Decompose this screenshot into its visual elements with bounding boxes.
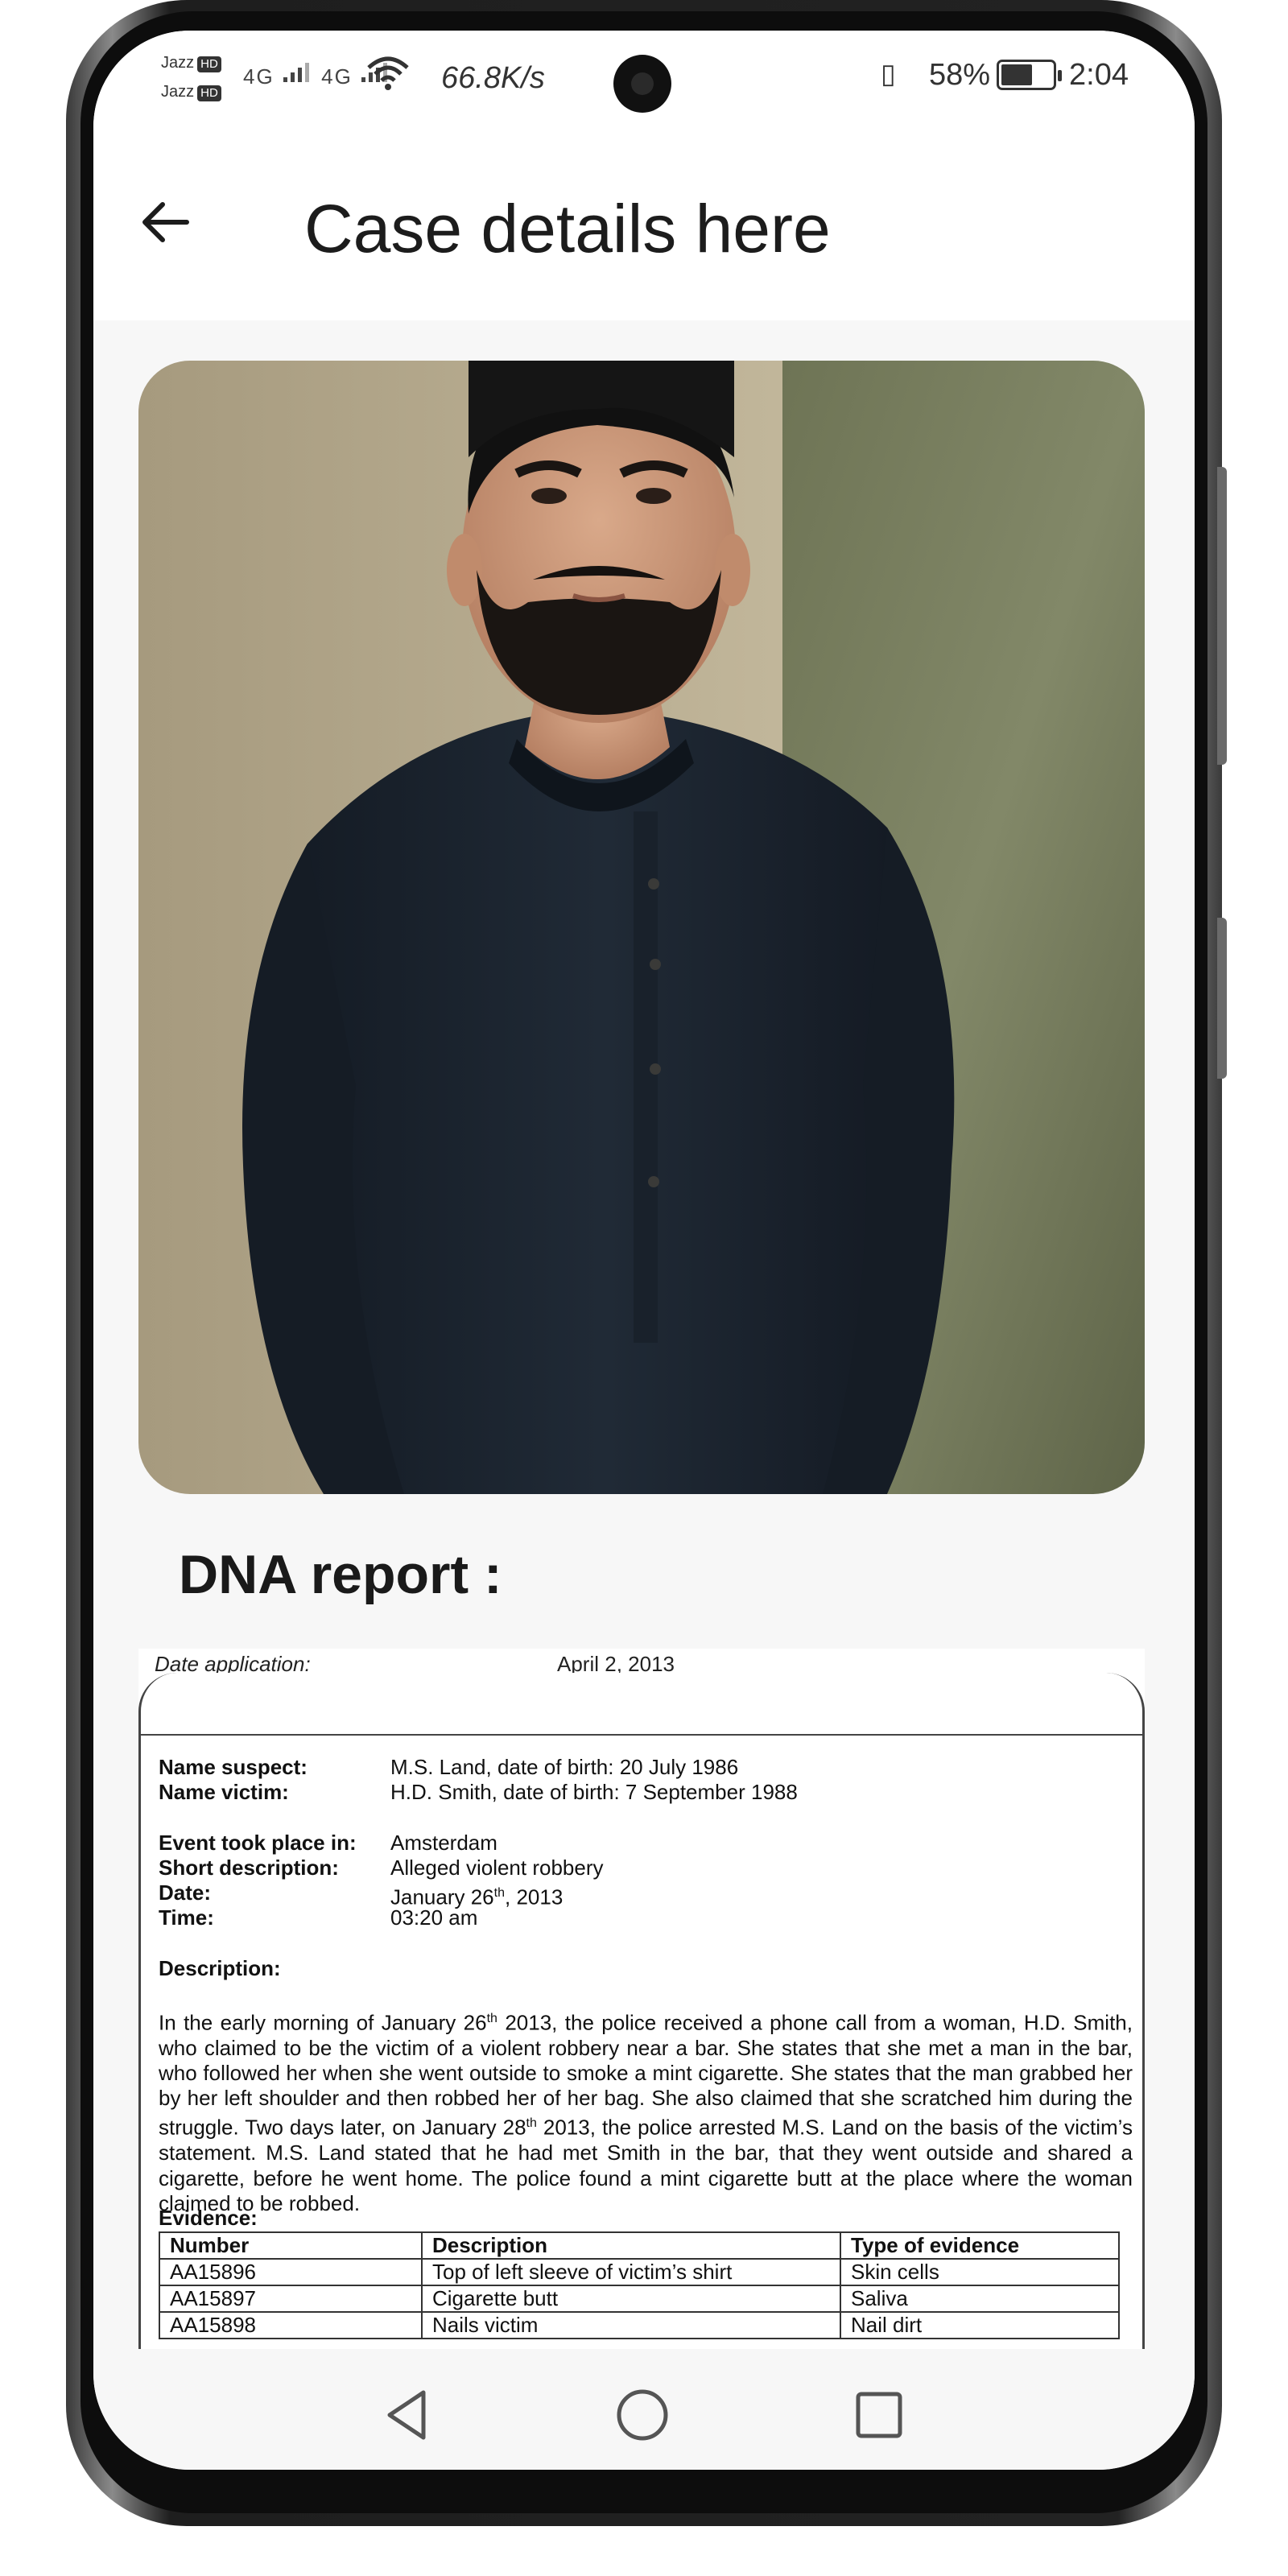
evidence-table: Number Description Type of evidence AA15…: [159, 2231, 1120, 2339]
volume-button: [1217, 467, 1227, 765]
field-label: Name suspect:: [159, 1755, 308, 1779]
description-part-1: In the early morning of January 26: [159, 2010, 487, 2035]
status-bar: Jazz HD Jazz HD 4G 4G 66.8K/s ▯ 58% 2:04: [93, 31, 1195, 127]
arrow-left-icon: [142, 202, 189, 242]
vibrate-icon: ▯: [881, 59, 896, 89]
field-value: Alleged violent robbery: [390, 1856, 604, 1880]
back-button[interactable]: [134, 190, 198, 254]
field-label: Name victim:: [159, 1780, 289, 1804]
table-cell: Nail dirt: [840, 2311, 1120, 2339]
front-camera: [613, 55, 671, 113]
description-text: In the early morning of January 26th 201…: [159, 2006, 1133, 2216]
hd-badge-2: HD: [197, 85, 221, 101]
suspect-photo: [138, 361, 1145, 1494]
column-header: Number: [159, 2231, 423, 2260]
nav-home-button[interactable]: [610, 2383, 675, 2447]
date-value-sup: th: [493, 1886, 505, 1900]
evidence-heading: Evidence:: [159, 2206, 258, 2230]
table-row: AA15898 Nails victim Nail dirt: [159, 2311, 1120, 2339]
network-type-1: 4G: [243, 64, 275, 89]
table-cell: Skin cells: [840, 2258, 1120, 2286]
power-button: [1217, 918, 1227, 1079]
table-cell: AA15897: [159, 2285, 423, 2313]
battery-icon: [997, 60, 1062, 90]
field-label: Date:: [159, 1880, 212, 1905]
carrier-1: Jazz: [161, 54, 195, 72]
signal-bars-icon: [283, 63, 309, 82]
carrier-2: Jazz: [161, 83, 195, 101]
document-page: Name suspect: M.S. Land, date of birth: …: [138, 1673, 1145, 2373]
wifi-icon: [367, 56, 409, 90]
description-heading: Description:: [159, 1956, 281, 1980]
system-nav-bar: [93, 2349, 1195, 2470]
square-recents-icon: [856, 2392, 902, 2438]
net-speed: 66.8K/s: [441, 61, 545, 95]
hd-badge-1: HD: [197, 56, 221, 72]
table-header-row: Number Description Type of evidence: [159, 2231, 1120, 2260]
table-row: AA15896 Top of left sleeve of victim’s s…: [159, 2258, 1120, 2286]
field-label: Short description:: [159, 1856, 339, 1880]
nav-back-button[interactable]: [375, 2383, 440, 2447]
app-header: Case details here: [93, 127, 1195, 320]
divider: [141, 1734, 1145, 1736]
person-photo-image: [138, 361, 1145, 1494]
column-header: Type of evidence: [840, 2231, 1120, 2260]
nav-recents-button[interactable]: [847, 2383, 911, 2447]
section-title-dna-report: DNA report :: [179, 1544, 502, 1605]
table-cell: AA15898: [159, 2311, 423, 2339]
description-sup-2: th: [526, 2116, 537, 2131]
field-label: Event took place in:: [159, 1831, 357, 1855]
field-value: H.D. Smith, date of birth: 7 September 1…: [390, 1780, 798, 1804]
circle-home-icon: [617, 2389, 668, 2441]
dna-report-document[interactable]: Date application: April 2, 2013 Name sus…: [138, 1649, 1145, 2373]
column-header: Description: [421, 2231, 841, 2260]
description-sup-1: th: [486, 2012, 497, 2025]
table-row: AA15897 Cigarette butt Saliva: [159, 2285, 1120, 2313]
field-value: 03:20 am: [390, 1905, 478, 1930]
field-value: Amsterdam: [390, 1831, 497, 1855]
page-title: Case details here: [304, 191, 831, 266]
field-label: Time:: [159, 1905, 214, 1930]
carrier-labels: Jazz HD Jazz HD: [161, 48, 221, 106]
table-cell: Top of left sleeve of victim’s shirt: [421, 2258, 841, 2286]
screen: JazzHD JazzHD 4G 4G 66.8K/s ▯ 58% 2:04: [93, 31, 1195, 2470]
clock: 2:04: [1069, 58, 1129, 92]
network-type-2: 4G: [321, 64, 353, 89]
table-cell: Saliva: [840, 2285, 1120, 2313]
field-value: M.S. Land, date of birth: 20 July 1986: [390, 1755, 739, 1779]
table-cell: AA15896: [159, 2258, 423, 2286]
battery-percent: 58%: [929, 58, 991, 92]
date-value-suffix: , 2013: [505, 1885, 564, 1909]
triangle-back-icon: [387, 2390, 426, 2440]
table-cell: Nails victim: [421, 2311, 841, 2339]
table-cell: Cigarette butt: [421, 2285, 841, 2313]
